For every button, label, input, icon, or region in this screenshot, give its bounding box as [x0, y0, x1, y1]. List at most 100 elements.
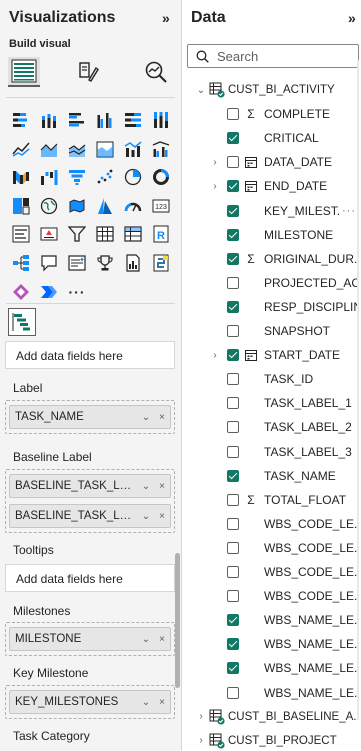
field-row[interactable]: › DATA_DATE	[182, 150, 361, 174]
wells-scrollbar[interactable]	[175, 553, 180, 688]
chevron-down-icon[interactable]: ⌄	[138, 412, 154, 423]
field-row[interactable]: WBS_CODE_LE...	[182, 512, 361, 536]
chevron-right-icon[interactable]: ›	[210, 350, 220, 361]
field-checkbox[interactable]	[227, 614, 239, 627]
field-row[interactable]: TASK_LABEL_3	[182, 440, 361, 464]
card-icon[interactable]: 123	[149, 194, 173, 218]
chevron-right-icon[interactable]: ›	[210, 181, 220, 192]
field-row[interactable]: RESP_DISCIPLINE	[182, 295, 361, 319]
100-stacked-area-chart-icon[interactable]	[93, 137, 117, 161]
field-checkbox[interactable]	[227, 180, 239, 193]
field-checkbox[interactable]	[227, 517, 239, 530]
clustered-bar-chart-icon[interactable]	[65, 108, 89, 132]
chevron-down-icon[interactable]: ⌄	[138, 511, 154, 522]
field-checkbox[interactable]	[227, 445, 239, 458]
field-checkbox[interactable]	[227, 132, 239, 145]
label-well[interactable]: TASK_NAME ⌄ ×	[5, 400, 175, 434]
qa-icon[interactable]	[37, 251, 61, 275]
remove-field-icon[interactable]: ×	[154, 634, 170, 645]
area-chart-icon[interactable]	[37, 137, 61, 161]
100-stacked-column-chart-icon[interactable]	[149, 108, 173, 132]
top-drop-zone[interactable]: Add data fields here	[5, 341, 175, 369]
funnel-chart-icon[interactable]	[65, 165, 89, 189]
remove-field-icon[interactable]: ×	[154, 511, 170, 522]
field-checkbox[interactable]	[227, 204, 239, 217]
field-checkbox[interactable]	[227, 252, 239, 265]
collapse-data-button[interactable]: »	[348, 10, 356, 26]
format-visual-tab[interactable]	[72, 57, 104, 87]
chevron-right-icon[interactable]: ›	[196, 735, 206, 746]
field-checkbox[interactable]	[227, 373, 239, 386]
field-checkbox[interactable]	[227, 686, 239, 699]
field-row[interactable]: › START_DATE	[182, 343, 361, 367]
map-icon[interactable]	[37, 194, 61, 218]
field-checkbox[interactable]	[227, 156, 239, 169]
field-pill[interactable]: MILESTONE ⌄ ×	[9, 627, 171, 651]
chevron-down-icon[interactable]: ⌄	[196, 85, 206, 96]
field-row[interactable]: WBS_CODE_LE...	[182, 560, 361, 584]
field-row[interactable]: PROJECTED_AC...	[182, 271, 361, 295]
search-input[interactable]	[217, 48, 347, 64]
donut-chart-icon[interactable]	[149, 165, 173, 189]
decomposition-tree-icon[interactable]	[9, 251, 33, 275]
field-row[interactable]: WBS_CODE_LE...	[182, 536, 361, 560]
field-checkbox[interactable]	[227, 662, 239, 675]
field-checkbox[interactable]	[227, 590, 239, 603]
field-pill[interactable]: BASELINE_TASK_LABE... ⌄ ×	[9, 504, 171, 528]
stacked-bar-chart-icon[interactable]	[9, 108, 33, 132]
field-pill[interactable]: BASELINE_TASK_LABE... ⌄ ×	[9, 474, 171, 498]
field-pill[interactable]: KEY_MILESTONES ⌄ ×	[9, 690, 171, 714]
field-row[interactable]: Σ ORIGINAL_DUR...	[182, 247, 361, 271]
field-checkbox[interactable]	[227, 566, 239, 578]
power-apps-icon[interactable]	[9, 280, 33, 304]
field-row[interactable]: WBS_CODE_LE...	[182, 584, 361, 608]
field-row[interactable]: TASK_LABEL_1	[182, 391, 361, 415]
field-row[interactable]: KEY_MILEST... ···	[182, 199, 361, 223]
azure-map-icon[interactable]	[93, 194, 117, 218]
analytics-tab[interactable]	[140, 57, 172, 87]
remove-field-icon[interactable]: ×	[154, 412, 170, 423]
gauge-icon[interactable]	[121, 194, 145, 218]
field-pill[interactable]: TASK_NAME ⌄ ×	[9, 405, 171, 429]
key-milestone-well[interactable]: KEY_MILESTONES ⌄ ×	[5, 685, 175, 719]
treemap-icon[interactable]	[9, 194, 33, 218]
remove-field-icon[interactable]: ×	[154, 481, 170, 492]
trophy-icon[interactable]	[93, 251, 117, 275]
100-stacked-bar-chart-icon[interactable]	[121, 108, 145, 132]
matrix-icon[interactable]	[121, 222, 145, 246]
field-checkbox[interactable]	[227, 108, 239, 121]
baseline-label-well[interactable]: BASELINE_TASK_LABE... ⌄ × BASELINE_TASK_…	[5, 469, 175, 533]
stacked-column-chart-icon[interactable]	[37, 108, 61, 132]
field-checkbox[interactable]	[227, 469, 239, 482]
field-checkbox[interactable]	[227, 276, 239, 289]
more-options-icon[interactable]: ···	[342, 205, 356, 217]
field-row[interactable]: WBS_NAME_LE...	[182, 656, 361, 680]
r-visual-icon[interactable]: R	[149, 222, 173, 246]
filled-map-icon[interactable]	[65, 194, 89, 218]
python-visual-icon[interactable]	[149, 251, 173, 275]
field-row[interactable]: WBS_NAME_LE...	[182, 608, 361, 632]
line-and-clustered-column-chart-icon[interactable]	[149, 137, 173, 161]
tooltips-drop-zone[interactable]: Add data fields here	[5, 564, 175, 592]
scatter-chart-icon[interactable]	[93, 165, 117, 189]
field-row[interactable]: Σ TOTAL_FLOAT	[182, 488, 361, 512]
table-row[interactable]: › CUST_BI_PROJECT	[182, 729, 361, 751]
pie-chart-icon[interactable]	[121, 165, 145, 189]
line-chart-icon[interactable]	[9, 137, 33, 161]
search-box[interactable]	[187, 44, 359, 68]
field-checkbox[interactable]	[227, 397, 239, 410]
chevron-right-icon[interactable]: ›	[210, 157, 220, 168]
field-row[interactable]: CRITICAL	[182, 126, 361, 150]
field-row[interactable]: TASK_NAME	[182, 464, 361, 488]
field-row[interactable]: › END_DATE	[182, 174, 361, 198]
field-checkbox[interactable]	[227, 638, 239, 651]
field-row[interactable]: TASK_ID	[182, 367, 361, 391]
field-row[interactable]: WBS_NAME_LE...	[182, 681, 361, 705]
power-automate-icon[interactable]	[37, 280, 61, 304]
field-row[interactable]: SNAPSHOT	[182, 319, 361, 343]
more-visuals-button[interactable]: ···	[65, 280, 89, 304]
line-and-stacked-column-chart-icon[interactable]	[121, 137, 145, 161]
kpi-icon[interactable]	[37, 222, 61, 246]
field-row[interactable]: MILESTONE	[182, 223, 361, 247]
build-visual-tab[interactable]	[8, 57, 40, 87]
